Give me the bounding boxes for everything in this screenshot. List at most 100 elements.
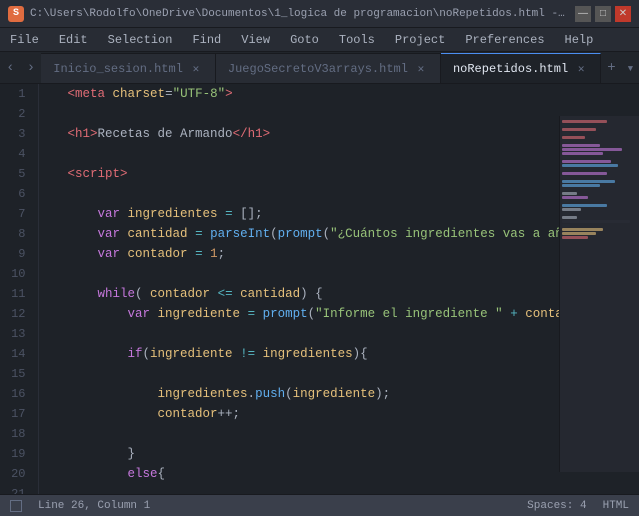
window-controls: — □ ✕ bbox=[575, 6, 631, 22]
line-number: 16 bbox=[0, 384, 38, 404]
tab-label: Inicio_sesion.html bbox=[53, 62, 183, 76]
table-row: 8 var cantidad = parseInt(prompt("¿Cuánt… bbox=[0, 224, 630, 244]
editor[interactable]: 1 <meta charset="UTF-8">2 3 <h1>Recetas … bbox=[0, 84, 639, 494]
table-row: 12 var ingrediente = prompt("Informe el … bbox=[0, 304, 630, 324]
table-row: 19 } bbox=[0, 444, 630, 464]
line-number: 19 bbox=[0, 444, 38, 464]
line-number: 5 bbox=[0, 164, 38, 184]
line-number: 2 bbox=[0, 104, 38, 124]
line-number: 15 bbox=[0, 364, 38, 384]
code-table: 1 <meta charset="UTF-8">2 3 <h1>Recetas … bbox=[0, 84, 630, 494]
tab-nav-left[interactable]: ‹ bbox=[0, 53, 21, 83]
code-content bbox=[38, 144, 630, 164]
table-row: 6 bbox=[0, 184, 630, 204]
menu-help[interactable]: Help bbox=[555, 28, 604, 51]
menu-tools[interactable]: Tools bbox=[329, 28, 385, 51]
minimap bbox=[559, 116, 639, 472]
language-label: HTML bbox=[603, 500, 629, 512]
menu-bar: File Edit Selection Find View Goto Tools… bbox=[0, 28, 639, 52]
code-content bbox=[38, 364, 630, 384]
code-body: 1 <meta charset="UTF-8">2 3 <h1>Recetas … bbox=[0, 84, 630, 494]
tab-nav-right[interactable]: › bbox=[21, 53, 42, 83]
line-number: 7 bbox=[0, 204, 38, 224]
table-row: 11 while( contador <= cantidad) { bbox=[0, 284, 630, 304]
menu-file[interactable]: File bbox=[0, 28, 49, 51]
code-content: <meta charset="UTF-8"> bbox=[38, 84, 630, 104]
code-content bbox=[38, 104, 630, 124]
menu-selection[interactable]: Selection bbox=[98, 28, 183, 51]
line-number: 3 bbox=[0, 124, 38, 144]
menu-preferences[interactable]: Preferences bbox=[455, 28, 554, 51]
table-row: 20 else{ bbox=[0, 464, 630, 484]
line-number: 13 bbox=[0, 324, 38, 344]
minimize-button[interactable]: — bbox=[575, 6, 591, 22]
tab-label: JuegoSecretoV3arrays.html bbox=[228, 62, 408, 76]
table-row: 18 bbox=[0, 424, 630, 444]
line-number: 21 bbox=[0, 484, 38, 494]
tab-close-no-repetidos[interactable]: ✕ bbox=[574, 62, 588, 76]
line-number: 1 bbox=[0, 84, 38, 104]
code-content bbox=[38, 424, 630, 444]
close-button[interactable]: ✕ bbox=[615, 6, 631, 22]
tab-close-inicio-sesion[interactable]: ✕ bbox=[189, 62, 203, 76]
code-content: var ingredientes = []; bbox=[38, 204, 630, 224]
table-row: 15 bbox=[0, 364, 630, 384]
line-number: 9 bbox=[0, 244, 38, 264]
status-spaces[interactable]: Spaces: 4 bbox=[527, 500, 586, 512]
table-row: 16 ingredientes.push(ingrediente); bbox=[0, 384, 630, 404]
tab-dropdown-button[interactable]: ▾ bbox=[622, 53, 639, 83]
menu-view[interactable]: View bbox=[231, 28, 280, 51]
tab-inicio-sesion[interactable]: Inicio_sesion.html ✕ bbox=[41, 53, 216, 83]
spaces-label: Spaces: 4 bbox=[527, 500, 586, 512]
table-row: 3 <h1>Recetas de Armando</h1> bbox=[0, 124, 630, 144]
table-row: 5 <script> bbox=[0, 164, 630, 184]
code-content: var contador = 1; bbox=[38, 244, 630, 264]
table-row: 2 bbox=[0, 104, 630, 124]
tab-close-juego-secreto[interactable]: ✕ bbox=[414, 62, 428, 76]
table-row: 1 <meta charset="UTF-8"> bbox=[0, 84, 630, 104]
line-number: 10 bbox=[0, 264, 38, 284]
code-content: else{ bbox=[38, 464, 630, 484]
line-number: 18 bbox=[0, 424, 38, 444]
menu-find[interactable]: Find bbox=[182, 28, 231, 51]
tab-juego-secreto[interactable]: JuegoSecretoV3arrays.html ✕ bbox=[216, 53, 441, 83]
code-content: <script> bbox=[38, 164, 630, 184]
main-area: 1 <meta charset="UTF-8">2 3 <h1>Recetas … bbox=[0, 84, 639, 494]
code-content: if(ingrediente != ingredientes){ bbox=[38, 344, 630, 364]
line-number: 8 bbox=[0, 224, 38, 244]
maximize-button[interactable]: □ bbox=[595, 6, 611, 22]
line-number: 17 bbox=[0, 404, 38, 424]
line-number: 12 bbox=[0, 304, 38, 324]
line-number: 14 bbox=[0, 344, 38, 364]
code-content: var cantidad = parseInt(prompt("¿Cuántos… bbox=[38, 224, 630, 244]
table-row: 21 bbox=[0, 484, 630, 494]
table-row: 13 bbox=[0, 324, 630, 344]
status-checkbox[interactable] bbox=[10, 500, 22, 512]
menu-edit[interactable]: Edit bbox=[49, 28, 98, 51]
status-bar: Line 26, Column 1 Spaces: 4 HTML bbox=[0, 494, 639, 516]
line-number: 20 bbox=[0, 464, 38, 484]
tab-label: noRepetidos.html bbox=[453, 62, 568, 76]
table-row: 4 bbox=[0, 144, 630, 164]
table-row: 9 var contador = 1; bbox=[0, 244, 630, 264]
table-row: 10 bbox=[0, 264, 630, 284]
app-icon: S bbox=[8, 6, 24, 22]
menu-goto[interactable]: Goto bbox=[280, 28, 329, 51]
line-number: 4 bbox=[0, 144, 38, 164]
status-position[interactable]: Line 26, Column 1 bbox=[38, 500, 150, 512]
table-row: 7 var ingredientes = []; bbox=[0, 204, 630, 224]
title-text: C:\Users\Rodolfo\OneDrive\Documentos\1_l… bbox=[30, 8, 569, 20]
code-content: while( contador <= cantidad) { bbox=[38, 284, 630, 304]
status-language[interactable]: HTML bbox=[603, 500, 629, 512]
code-content: var ingrediente = prompt("Informe el ing… bbox=[38, 304, 630, 324]
minimap-content bbox=[560, 116, 639, 244]
status-checkbox-container bbox=[10, 500, 22, 512]
cursor-position: Line 26, Column 1 bbox=[38, 500, 150, 512]
menu-project[interactable]: Project bbox=[385, 28, 455, 51]
code-content: <h1>Recetas de Armando</h1> bbox=[38, 124, 630, 144]
code-content: ingredientes.push(ingrediente); bbox=[38, 384, 630, 404]
code-content bbox=[38, 264, 630, 284]
code-content bbox=[38, 324, 630, 344]
tab-add-button[interactable]: + bbox=[601, 53, 622, 83]
tab-no-repetidos[interactable]: noRepetidos.html ✕ bbox=[441, 53, 601, 83]
